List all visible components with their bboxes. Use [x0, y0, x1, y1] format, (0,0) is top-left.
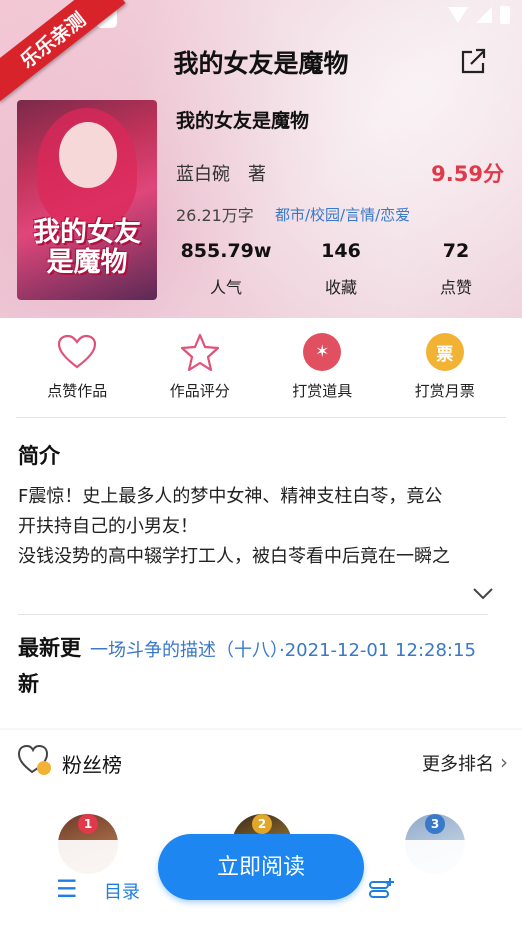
book-stats: 855.79w 人气 146 收藏 72 点赞: [176, 240, 506, 298]
stat-likes: 72 点赞: [439, 240, 472, 297]
action-bar: 点赞作品 作品评分 ✶ 打赏道具 票 打赏月票: [16, 318, 506, 418]
latest-update-label: 最新更新: [18, 636, 81, 696]
signal-icon: [476, 7, 492, 23]
wifi-icon: [448, 7, 468, 23]
star-icon: [180, 332, 220, 372]
fans-heart-icon: [18, 744, 51, 775]
chevron-right-icon[interactable]: ›: [500, 750, 508, 774]
more-rank-link[interactable]: 更多排名: [422, 750, 494, 776]
book-name: 我的女友是魔物: [176, 110, 310, 132]
book-tags[interactable]: 都市/校园/言情/恋爱: [275, 204, 410, 225]
add-to-shelf-icon[interactable]: [368, 874, 396, 902]
rate-button[interactable]: 作品评分: [140, 318, 260, 417]
page-title: 我的女友是魔物: [173, 49, 349, 78]
stat-favorites: 146 收藏: [321, 240, 361, 297]
like-button[interactable]: 点赞作品: [17, 318, 137, 417]
cover-title: 我的女友是魔物: [33, 217, 141, 278]
read-now-button[interactable]: 立即阅读: [158, 834, 364, 900]
stat-popularity: 855.79w 人气: [180, 240, 272, 297]
fans-title: 粉丝榜: [62, 753, 122, 777]
ticket-icon: 票: [425, 333, 464, 371]
chevron-down-icon[interactable]: [472, 582, 494, 604]
wand-icon: ✶: [303, 333, 342, 371]
book-score: 9.59分: [431, 162, 504, 186]
intro-text: F震惊！史上最多人的梦中女神、精神支柱白苓，竟公 开扶持自己的小男友！ 没钱没势…: [18, 486, 450, 567]
share-icon[interactable]: [458, 46, 488, 76]
word-count: 26.21万字: [176, 206, 254, 225]
latest-chapter-link[interactable]: 一场斗争的描述（十八）·2021-12-01 12:28:15: [90, 636, 476, 662]
monthly-ticket-button[interactable]: 票 打赏月票: [385, 318, 505, 417]
battery-icon: [500, 6, 510, 24]
reward-item-button[interactable]: ✶ 打赏道具: [262, 318, 382, 417]
catalog-button[interactable]: 目录: [104, 878, 140, 904]
heart-icon: [57, 332, 97, 372]
intro-title: 简介: [18, 444, 60, 468]
divider: [18, 614, 488, 615]
book-author[interactable]: 蓝白碗 著: [176, 160, 266, 186]
catalog-icon[interactable]: ☰: [56, 875, 78, 903]
book-cover[interactable]: 我的女友是魔物: [17, 100, 157, 300]
